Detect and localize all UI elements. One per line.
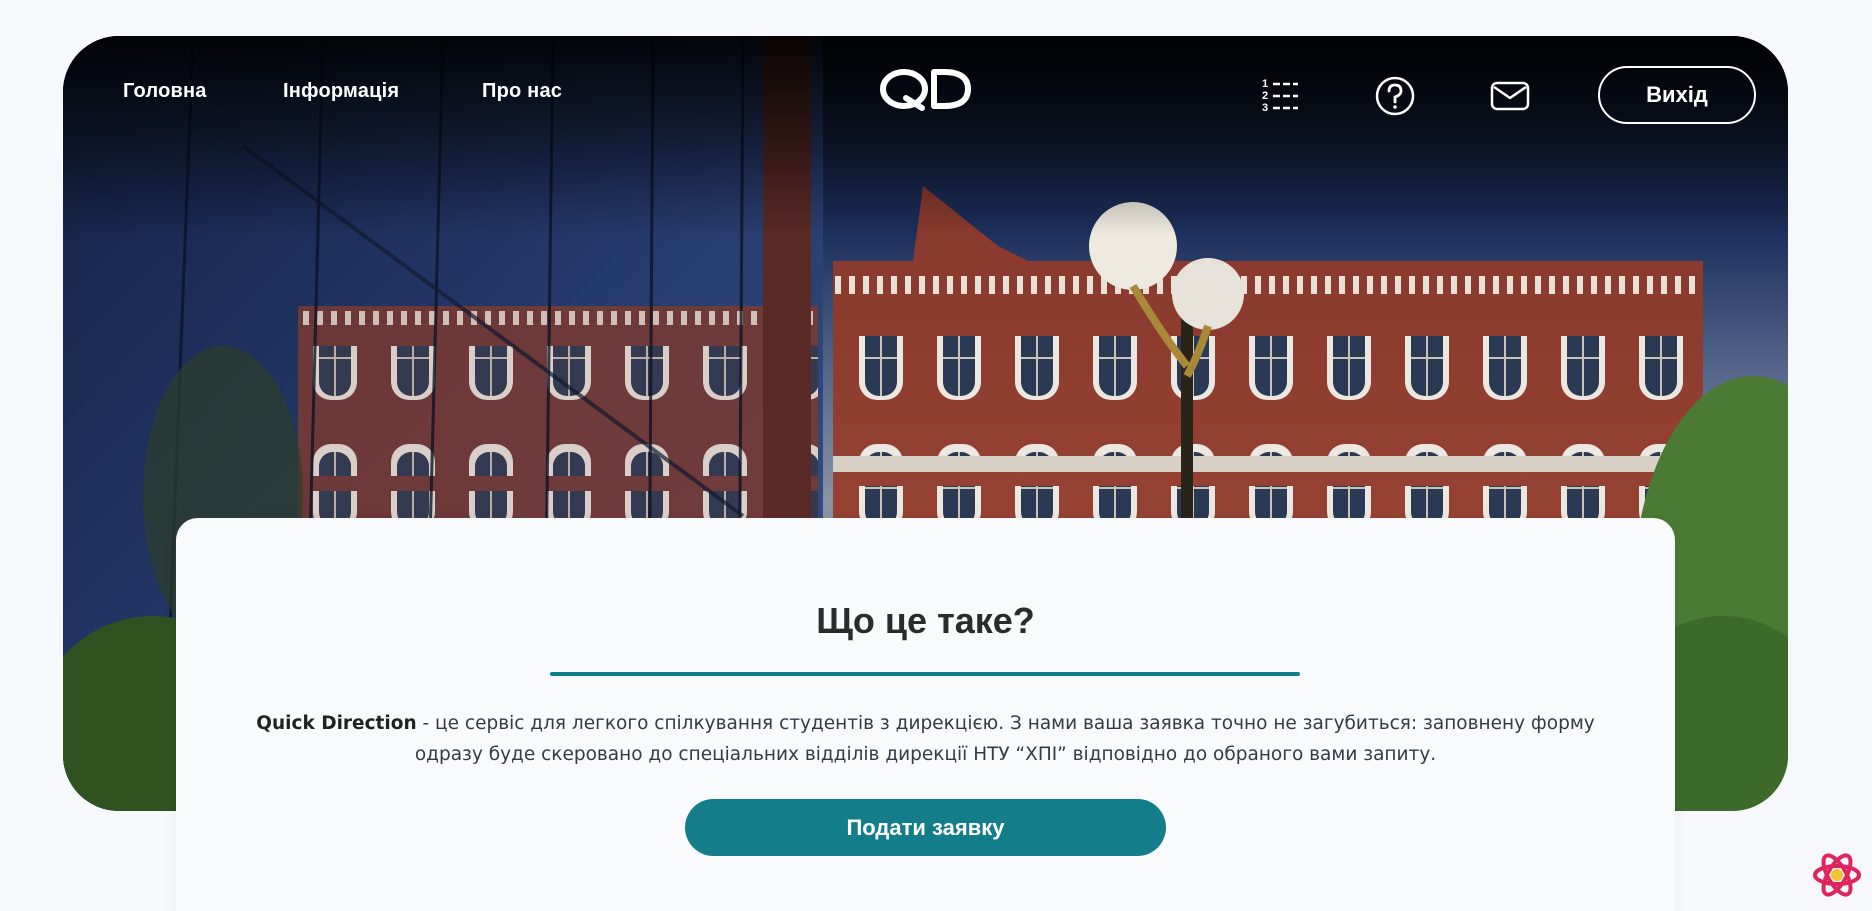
nav-about-link[interactable]: Про нас (482, 80, 562, 103)
nav-info-link[interactable]: Інформація (283, 80, 399, 103)
intro-card: Що це таке? Quick Direction - це сервіс … (176, 518, 1675, 911)
submit-request-button[interactable]: Подати заявку (685, 799, 1166, 856)
numbered-list-icon[interactable]: 1 2 3 (1260, 75, 1302, 117)
title-divider (550, 672, 1300, 676)
question-icon[interactable] (1374, 75, 1416, 117)
card-title: Що це таке? (816, 600, 1035, 641)
svg-text:2: 2 (1262, 90, 1268, 102)
logout-button[interactable]: Вихід (1598, 66, 1756, 124)
card-description: Quick Direction - це сервіс для легкого … (236, 708, 1615, 770)
qd-logo[interactable]: QD (878, 64, 974, 114)
react-devtools-icon[interactable] (1812, 850, 1862, 900)
mail-icon[interactable] (1489, 75, 1531, 117)
svg-text:3: 3 (1262, 102, 1268, 114)
description-text: - це сервіс для легкого спілкування студ… (414, 713, 1595, 765)
nav-home-link[interactable]: Головна (123, 80, 207, 103)
svg-text:1: 1 (1262, 78, 1268, 90)
page: Головна Інформація Про нас QD 1 2 3 Вихі… (0, 0, 1872, 911)
brand-name: Quick Direction (256, 713, 417, 734)
